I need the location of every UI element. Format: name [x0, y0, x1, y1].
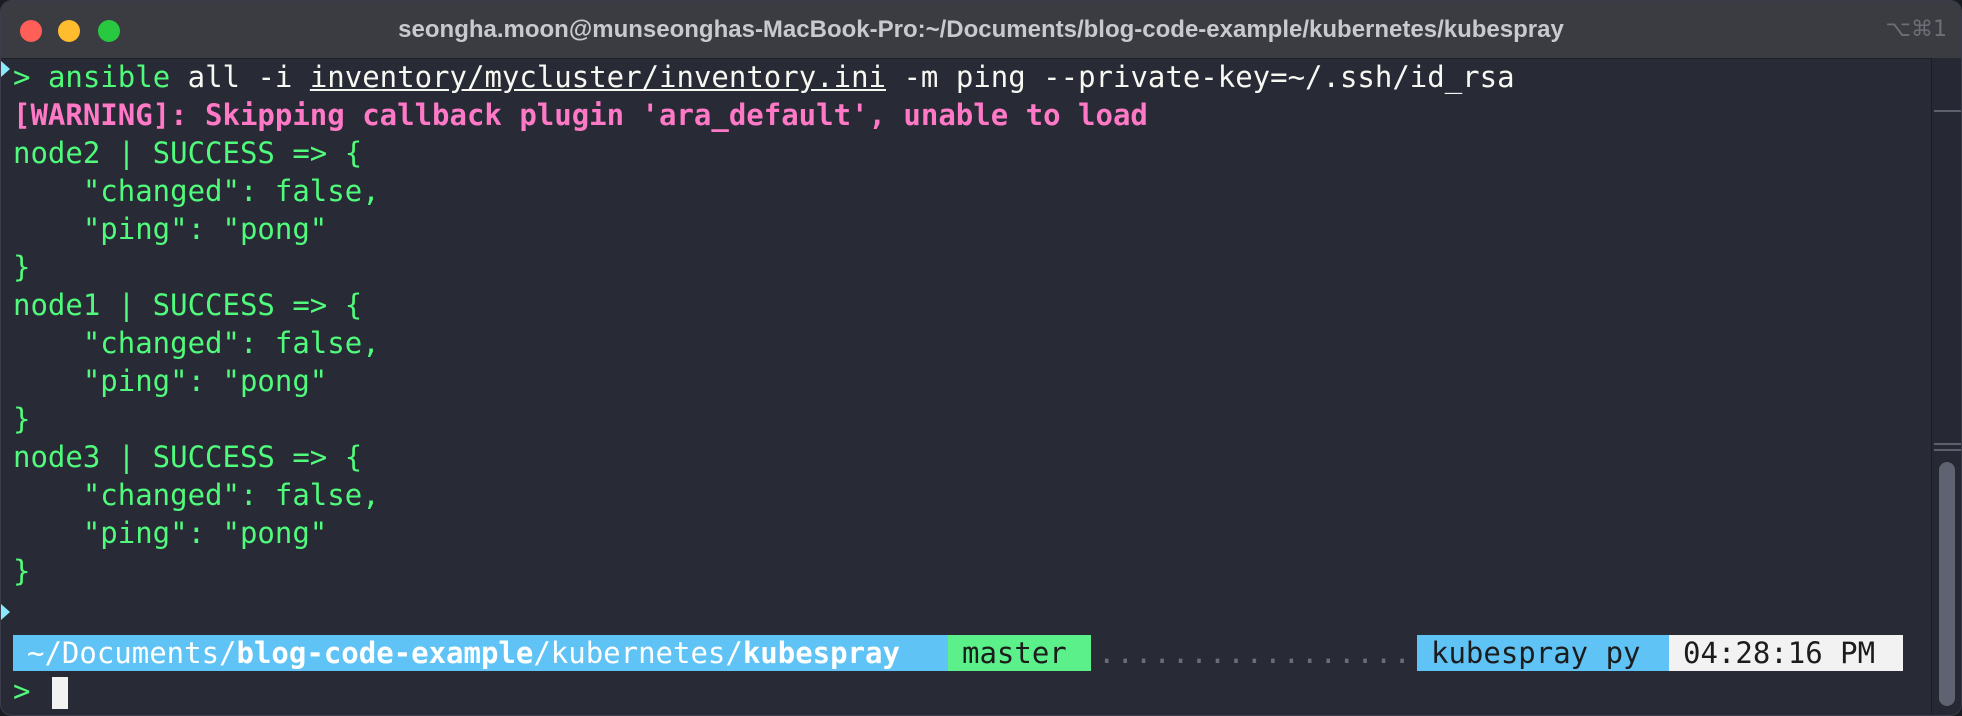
title-bar[interactable]: seongha.moon@munseonghas-MacBook-Pro:~/D…: [1, 1, 1961, 59]
prompt-marker-icon: [1, 61, 10, 77]
command-args: all -i: [170, 60, 310, 94]
output-line: "ping": "pong": [13, 516, 328, 550]
status-git-branch: master: [948, 635, 1091, 671]
output-line: node1 | SUCCESS => {: [13, 288, 363, 322]
output-line: node3 | SUCCESS => {: [13, 440, 363, 474]
text-cursor: [51, 677, 68, 709]
status-path-current: kubespray: [742, 636, 900, 670]
status-path-segment: ~/Documents/blog-code-example/kubernetes…: [13, 635, 948, 671]
prompt-symbol: >: [13, 60, 31, 94]
status-environment: kubespray py: [1417, 635, 1669, 671]
status-filler: ..................................: [1098, 636, 1420, 670]
output-line: "changed": false,: [13, 174, 380, 208]
terminal-window: seongha.moon@munseonghas-MacBook-Pro:~/D…: [0, 0, 1962, 716]
window-title: seongha.moon@munseonghas-MacBook-Pro:~/D…: [398, 16, 1564, 43]
scroll-mark: [1934, 449, 1961, 451]
terminal-content[interactable]: > ansible all -i inventory/mycluster/inv…: [1, 58, 1929, 715]
output-line: "ping": "pong": [13, 364, 328, 398]
status-path-part: /kubernetes/: [533, 636, 743, 670]
output-line: }: [13, 402, 31, 436]
window-shortcut: ⌥⌘1: [1885, 17, 1947, 42]
scroll-mark: [1934, 110, 1961, 112]
status-time: 04:28:16 PM: [1669, 635, 1903, 671]
output-line: "changed": false,: [13, 326, 380, 360]
prompt-marker-icon: [1, 604, 10, 620]
input-prompt-symbol: >: [13, 674, 31, 708]
status-path-prefix: ~/Documents/: [27, 636, 237, 670]
command-program: ansible: [47, 60, 171, 94]
command-line: > ansible all -i inventory/mycluster/inv…: [13, 58, 1515, 96]
scroll-mark: [1934, 443, 1961, 445]
status-path-part: blog-code-example: [236, 636, 534, 670]
input-line[interactable]: >: [13, 672, 68, 710]
scrollbar-thumb[interactable]: [1939, 462, 1955, 706]
command-options: -m ping --private-key=~/.ssh/id_rsa: [886, 60, 1515, 94]
output-line: "changed": false,: [13, 478, 380, 512]
output-line: "ping": "pong": [13, 212, 328, 246]
scrollbar[interactable]: [1931, 58, 1961, 715]
output-line: }: [13, 554, 31, 588]
command-inventory-path: inventory/mycluster/inventory.ini: [309, 60, 887, 94]
status-bar: ~/Documents/blog-code-example/kubernetes…: [13, 635, 1903, 671]
output-line: }: [13, 250, 31, 284]
output-line: node2 | SUCCESS => {: [13, 136, 363, 170]
warning-line: [WARNING]: Skipping callback plugin 'ara…: [13, 98, 1148, 132]
